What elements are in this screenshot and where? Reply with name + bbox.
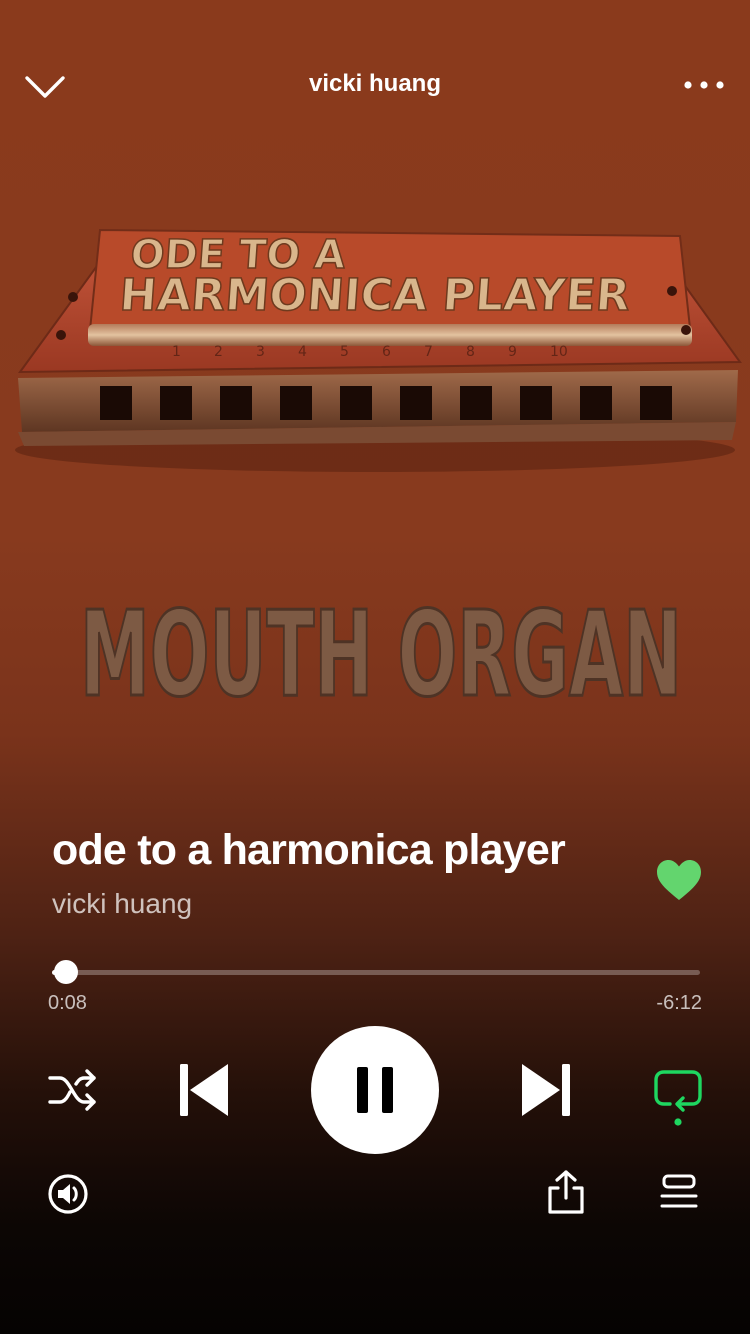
hole-number: 1 [172, 344, 181, 360]
hole-number: 10 [550, 344, 568, 360]
remaining-time: -6:12 [656, 992, 702, 1014]
devices-button[interactable] [46, 1172, 90, 1216]
hole-number: 8 [466, 344, 475, 360]
progress-knob[interactable] [54, 960, 79, 984]
pause-button[interactable] [311, 1026, 439, 1154]
repeat-active-dot [674, 1118, 682, 1126]
share-icon [548, 1170, 584, 1214]
repeat-icon [654, 1070, 702, 1126]
track-title[interactable]: ode to a harmonica player [52, 826, 566, 875]
hole-number: 6 [382, 344, 391, 360]
track-artist[interactable]: vicki huang [52, 888, 192, 920]
pause-icon [357, 1067, 393, 1113]
more-horizontal-icon [684, 81, 724, 89]
devices-icon [48, 1174, 88, 1214]
album-art: 1 2 3 4 5 6 7 8 9 10 ODE TO A HARMONICA … [0, 150, 750, 790]
next-button[interactable] [518, 1060, 574, 1120]
hole-number: 2 [214, 344, 223, 360]
like-button[interactable] [654, 856, 704, 906]
heart-icon [657, 860, 701, 900]
queue-button[interactable] [658, 1172, 700, 1212]
album-art-text-bottom: MOUTH ORGAN [80, 585, 682, 723]
hole-number: 4 [298, 344, 307, 360]
hole-number: 7 [424, 344, 433, 360]
shuffle-icon [48, 1069, 96, 1111]
hole-number: 3 [256, 344, 265, 360]
progress-bar[interactable] [52, 960, 700, 984]
skip-previous-icon [180, 1064, 228, 1116]
album-art-text-line2: HARMONICA PLAYER [118, 270, 632, 321]
repeat-button[interactable] [652, 1066, 704, 1128]
header-title: vicki huang [308, 70, 442, 97]
hole-number: 9 [508, 344, 517, 360]
more-options-button[interactable] [680, 70, 730, 100]
queue-icon [660, 1174, 698, 1208]
elapsed-time: 0:08 [48, 992, 87, 1014]
shuffle-button[interactable] [46, 1066, 100, 1114]
skip-next-icon [522, 1064, 570, 1116]
hole-number: 5 [340, 344, 349, 360]
share-button[interactable] [544, 1168, 588, 1216]
previous-button[interactable] [176, 1060, 232, 1120]
